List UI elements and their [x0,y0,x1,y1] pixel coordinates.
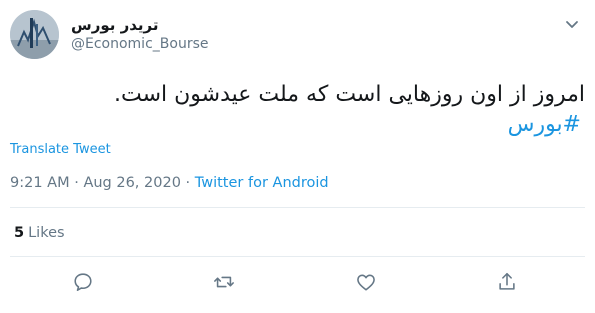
meta-separator-2: · [180,175,195,191]
reply-icon [74,273,92,292]
avatar-image-icon [10,10,59,59]
more-options-chevron-icon[interactable] [564,16,580,28]
translate-tweet-link[interactable]: Translate Tweet [10,142,111,157]
likes-label: Likes [28,225,65,241]
likes-stat[interactable]: 5 Likes [14,225,65,241]
tweet-date[interactable]: Aug 26, 2020 [83,175,181,191]
tweet-timestamp: 9:21 AM · Aug 26, 2020 · Twitter for And… [10,175,329,191]
divider [10,207,585,208]
retweet-button[interactable] [213,271,235,293]
meta-separator: · [69,175,84,191]
share-icon [499,272,515,290]
author-handle[interactable]: @Economic_Bourse [71,36,208,52]
author-avatar[interactable] [10,10,59,59]
share-button[interactable] [496,271,518,293]
tweet-source-link[interactable]: Twitter for Android [195,175,329,191]
retweet-icon [214,276,234,288]
tweet-hashtag-link[interactable]: #بورس [508,111,581,139]
author-display-name[interactable]: تریدر بورس [71,16,159,34]
likes-count: 5 [14,225,25,241]
like-button[interactable] [355,271,377,293]
divider [10,256,585,257]
tweet-text: امروز از اون روزهایی است که ملت عیدشون ا… [114,82,585,107]
tweet-card: تریدر بورس @Economic_Bourse امروز از اون… [0,0,595,313]
tweet-time[interactable]: 9:21 AM [10,175,70,191]
reply-button[interactable] [72,271,94,293]
heart-icon [357,274,375,291]
